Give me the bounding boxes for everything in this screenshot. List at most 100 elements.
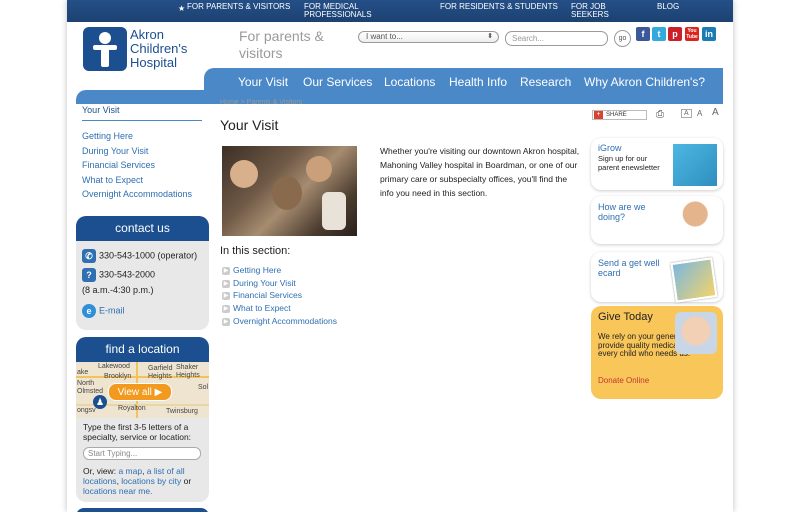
phone-info[interactable]: ? 330-543-2000 [82, 268, 155, 282]
youtube-icon[interactable]: You Tube [685, 27, 699, 41]
give-title: Give Today [598, 311, 653, 323]
photo-figure [272, 176, 302, 210]
ecard-image [670, 257, 718, 303]
igrow-title: iGrow [598, 143, 622, 153]
map-label: Olmsted [77, 388, 104, 395]
main-nav: Your Visit Our Services Locations Health… [204, 68, 723, 96]
igrow-image [673, 144, 717, 186]
contact-box: contact us ✆ 330-543-1000 (operator) ? 330… [76, 216, 209, 330]
phone-hours: (8 a.m.-4:30 p.m.) [82, 285, 154, 295]
section-link-what-to-expect[interactable]: ▶ What to Expect [222, 302, 337, 315]
breadcrumb[interactable]: Home > Parents & Visitors [220, 99, 302, 106]
facebook-icon[interactable]: f [636, 27, 650, 41]
phone-info-text: 330-543-2000 [99, 269, 156, 280]
i-want-to-label: I want to... [366, 32, 403, 41]
share-label: SHARE [606, 112, 627, 118]
top-nav-jobs[interactable]: For job seekers [571, 3, 621, 19]
location-instruction: Type the first 3-5 letters of a specialt… [83, 422, 192, 442]
map-label: Garfield [148, 365, 173, 372]
phone-operator-text: 330-543-1000 (operator) [99, 250, 198, 261]
subnav-overnight[interactable]: Overnight Accommodations [82, 187, 202, 202]
share-button[interactable]: + SHARE [592, 110, 647, 120]
linkedin-icon[interactable]: in [702, 27, 716, 41]
main-nav-health-info[interactable]: Health Info [449, 75, 507, 89]
location-map[interactable]: Lakewood Garfield Shaker Brooklyn Height… [76, 362, 209, 418]
location-links: Or, view: a map, a list of all locations… [83, 466, 192, 496]
section-link-getting-here[interactable]: ▶ Getting Here [222, 264, 337, 277]
main-nav-locations[interactable]: Locations [384, 75, 435, 89]
question-icon: ? [82, 268, 96, 282]
section-link-label: Overnight Accommodations [233, 315, 337, 326]
igrow-promo[interactable]: iGrow Sign up for our parent enewsletter [591, 138, 723, 190]
visit-photo [222, 146, 357, 236]
map-label: Sol [198, 384, 209, 391]
section-link-overnight[interactable]: ▶ Overnight Accommodations [222, 315, 337, 328]
photo-figure [230, 160, 258, 188]
main-nav-research[interactable]: Research [520, 75, 571, 89]
email-text: E-mail [99, 305, 125, 316]
give-today-promo[interactable]: Give Today We rely on your generosity to… [591, 306, 723, 399]
search-input[interactable]: Search... [505, 31, 608, 46]
font-size-large[interactable]: A [712, 107, 719, 118]
logo-line-2: Children's [130, 41, 188, 56]
subnav-financial[interactable]: Financial Services [82, 158, 202, 173]
go-button[interactable]: go [614, 30, 631, 47]
section-link-label: Financial Services [233, 290, 302, 301]
arrow-icon: ▶ [222, 317, 230, 326]
audience-line-2: visitors [239, 45, 283, 61]
search-placeholder: Search... [512, 34, 545, 43]
top-nav-parents[interactable]: For parents & visitors [187, 3, 290, 11]
location-search-input[interactable]: Start Typing... [83, 447, 201, 460]
map-label: Brooklyn [104, 373, 132, 380]
subnav-during-visit[interactable]: During Your Visit [82, 144, 202, 159]
top-nav-medical[interactable]: For medical professionals [304, 3, 379, 19]
section-links: ▶ Getting Here ▶ During Your Visit ▶ Financ… [222, 264, 337, 327]
email-icon: e [82, 304, 96, 318]
igrow-subtitle: Sign up for our parent enewsletter [598, 154, 660, 172]
phone-operator[interactable]: ✆ 330-543-1000 (operator) [82, 249, 197, 263]
child-photo [671, 198, 715, 238]
share-plus-icon: + [594, 111, 603, 119]
map-label: Heights [176, 372, 200, 379]
font-size-small[interactable]: A [681, 109, 692, 118]
section-link-label: What to Expect [233, 303, 291, 314]
next-box-header [76, 508, 209, 512]
photo-figure [322, 192, 346, 230]
section-link-during-visit[interactable]: ▶ During Your Visit [222, 277, 337, 290]
arrow-icon: ▶ [222, 292, 230, 301]
logo-line-3: Hospital [130, 55, 177, 70]
audience-heading: For parents & visitors [239, 28, 349, 62]
i-want-to-dropdown[interactable]: I want to... ⬍ [358, 31, 499, 43]
top-nav-blog[interactable]: Blog [657, 3, 679, 11]
email-link[interactable]: e E-mail [82, 304, 125, 318]
subnav-current[interactable]: Your Visit [82, 104, 202, 121]
locations-by-city-link[interactable]: locations by city [121, 476, 181, 486]
arrow-icon: ▶ [222, 267, 230, 275]
view-all-locations-button[interactable]: View all ▶ [108, 383, 172, 401]
survey-promo[interactable]: How are we doing? [591, 196, 723, 244]
main-nav-our-services[interactable]: Our Services [303, 75, 372, 89]
phone-icon: ✆ [82, 249, 96, 263]
top-nav-residents[interactable]: For residents & students [440, 3, 558, 11]
main-nav-your-visit[interactable]: Your Visit [238, 75, 288, 89]
main-nav-why-akron[interactable]: Why Akron Children's? [584, 75, 705, 89]
donate-online-link[interactable]: Donate Online [598, 376, 649, 385]
font-size-medium[interactable]: A [697, 109, 702, 118]
hospital-logo[interactable]: Akron Children's Hospital [83, 27, 188, 73]
map-link[interactable]: a map [118, 466, 142, 476]
subnav-getting-here[interactable]: Getting Here [82, 129, 202, 144]
subnav-what-to-expect[interactable]: What to Expect [82, 173, 202, 188]
section-link-financial[interactable]: ▶ Financial Services [222, 289, 337, 302]
map-label: ongsv [77, 407, 96, 414]
top-audience-bar: ★ For parents & visitors For medical pro… [67, 0, 733, 22]
twitter-icon[interactable]: t [652, 27, 666, 41]
ecard-promo[interactable]: Send a get well ecard [591, 252, 723, 303]
map-label: Shaker [176, 364, 199, 371]
locations-near-me-link[interactable]: locations near me. [83, 486, 152, 496]
print-icon[interactable]: ⎙ [656, 109, 664, 120]
pinterest-icon[interactable]: p [668, 27, 682, 41]
audience-line-1: For parents & [239, 28, 324, 44]
left-subnav: Your Visit Getting Here During Your Visi… [82, 104, 202, 202]
map-label: Twinsburg [166, 408, 198, 415]
photo-figure [306, 156, 332, 182]
